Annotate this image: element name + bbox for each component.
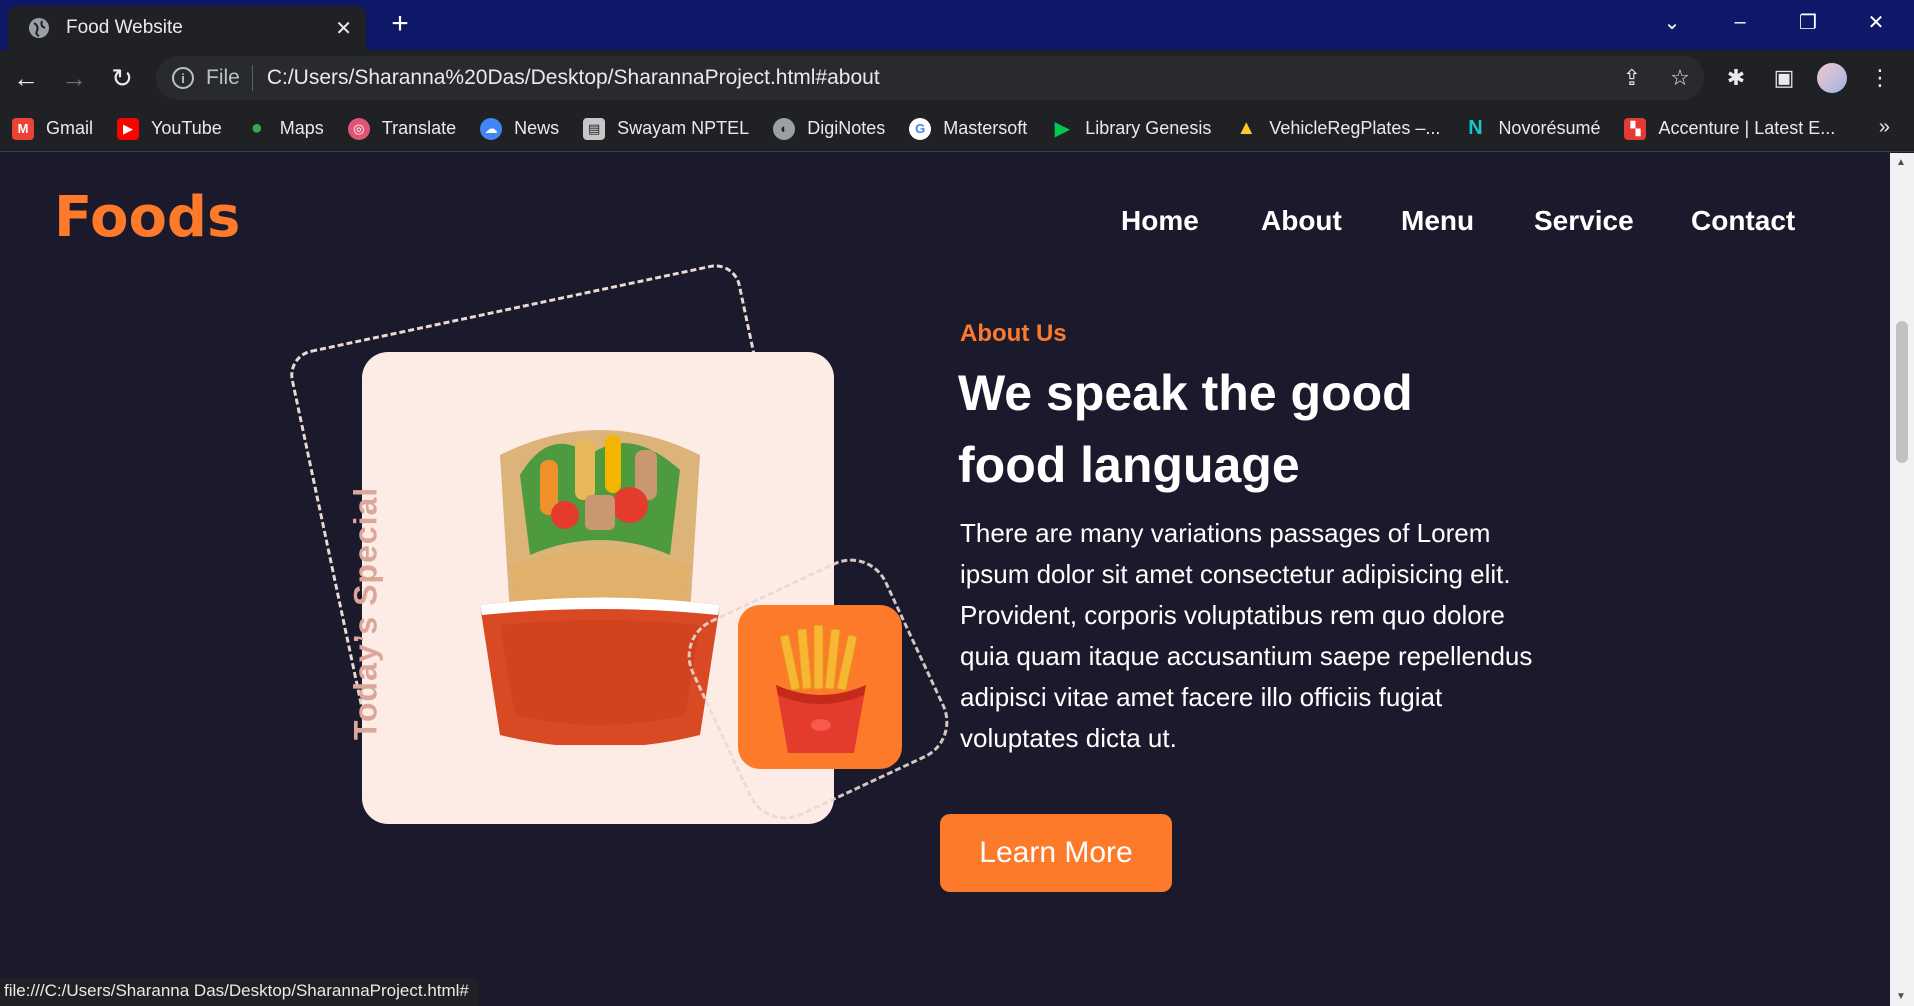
bookmark-star-icon[interactable]: ☆ bbox=[1656, 65, 1704, 91]
address-prefix: File bbox=[206, 66, 240, 89]
maps-icon: ● bbox=[250, 117, 263, 139]
extensions-icon[interactable]: ✱ bbox=[1718, 62, 1754, 94]
about-eyebrow: About Us bbox=[960, 320, 1067, 347]
bookmark-label: Swayam NPTEL bbox=[617, 118, 750, 138]
tab-title: Food Website bbox=[66, 17, 183, 38]
bookmark-label: DigiNotes bbox=[807, 118, 886, 138]
scroll-up-icon[interactable]: ▲ bbox=[1896, 157, 1906, 168]
bookmark-label: YouTube bbox=[151, 118, 222, 138]
bookmark-label: Accenture | Latest E... bbox=[1658, 118, 1836, 138]
page-viewport: Foods Home About Menu Service Contact To… bbox=[0, 153, 1890, 1006]
bookmark-item[interactable]: G Mastersoft bbox=[909, 117, 1028, 140]
bookmark-item[interactable]: ▶ Library Genesis bbox=[1051, 118, 1212, 140]
bookmark-item[interactable]: ◐ DigiNotes bbox=[773, 117, 886, 140]
headline-line: We speak the good bbox=[958, 365, 1413, 421]
novoresume-icon: N bbox=[1468, 117, 1483, 139]
restore-icon[interactable]: ❐ bbox=[1774, 0, 1842, 44]
bookmark-item[interactable]: M Gmail bbox=[12, 117, 94, 140]
bookmark-label: Translate bbox=[381, 118, 457, 138]
tab-close-icon[interactable]: ✕ bbox=[335, 16, 352, 41]
nav-contact[interactable]: Contact bbox=[1691, 205, 1795, 237]
fries-illustration bbox=[776, 625, 866, 753]
profile-avatar[interactable] bbox=[1814, 62, 1850, 94]
page-scrollbar[interactable]: ▲ ▼ bbox=[1890, 153, 1914, 1006]
accenture-icon: ▚ bbox=[1624, 117, 1647, 140]
info-icon[interactable]: i bbox=[172, 67, 194, 89]
swayam-icon: ▤ bbox=[583, 117, 606, 140]
about-paragraph: There are many variations passages of Lo… bbox=[960, 518, 1533, 753]
gmail-icon: M bbox=[12, 117, 34, 140]
address-url[interactable]: C:/Users/Sharanna%20Das/Desktop/Sharanna… bbox=[267, 66, 1608, 90]
share-icon[interactable]: ⇪ bbox=[1608, 65, 1656, 91]
bookmark-label: Novorésumé bbox=[1498, 118, 1601, 138]
menu-kebab-icon[interactable]: ⋮ bbox=[1862, 62, 1898, 94]
globe-icon: ◐ bbox=[773, 117, 796, 140]
bookmark-item[interactable]: ☁ News bbox=[480, 117, 560, 140]
card-label: Today’s Special bbox=[347, 486, 384, 741]
bookmark-label: Maps bbox=[279, 118, 324, 138]
site-logo[interactable]: Foods bbox=[54, 185, 240, 250]
browser-tab-strip: Food Website ✕ + ⌄ – ❐ ✕ bbox=[0, 0, 1914, 50]
bookmark-item[interactable]: ▶ YouTube bbox=[117, 117, 222, 140]
nav-menu[interactable]: Menu bbox=[1401, 205, 1474, 237]
side-panel-icon[interactable]: ▣ bbox=[1766, 62, 1802, 94]
nav-service[interactable]: Service bbox=[1534, 205, 1634, 237]
scroll-down-icon[interactable]: ▼ bbox=[1896, 991, 1906, 1002]
new-tab-icon[interactable]: + bbox=[384, 7, 416, 40]
address-separator bbox=[251, 65, 253, 91]
bookmark-label: News bbox=[514, 118, 560, 138]
bookmark-item[interactable]: ▚ Accenture | Latest E... bbox=[1624, 117, 1836, 140]
learn-more-button[interactable]: Learn More bbox=[940, 814, 1172, 892]
about-headline: We speak the good food language bbox=[958, 357, 1558, 501]
bookmark-label: Mastersoft bbox=[943, 118, 1028, 138]
google-icon: G bbox=[909, 117, 932, 140]
play-icon: ▶ bbox=[1054, 118, 1070, 140]
status-bar-url: file:///C:/Users/Sharanna Das/Desktop/Sh… bbox=[0, 978, 479, 1006]
address-bar[interactable]: i File C:/Users/Sharanna%20Das/Desktop/S… bbox=[156, 56, 1704, 100]
forward-icon[interactable]: → bbox=[56, 62, 92, 94]
bookmark-item[interactable]: ▤ Swayam NPTEL bbox=[583, 117, 750, 140]
minimize-icon[interactable]: – bbox=[1706, 0, 1774, 44]
window-close-icon[interactable]: ✕ bbox=[1842, 0, 1910, 44]
bookmark-item[interactable]: N Novorésumé bbox=[1464, 117, 1601, 140]
scrollbar-thumb[interactable] bbox=[1896, 321, 1908, 463]
wrap-illustration bbox=[480, 430, 720, 745]
news-icon: ☁ bbox=[480, 117, 503, 140]
firebase-icon: ▲ bbox=[1236, 117, 1257, 139]
tab-search-icon[interactable]: ⌄ bbox=[1638, 0, 1706, 44]
back-icon[interactable]: ← bbox=[8, 62, 44, 94]
reload-icon[interactable]: ↻ bbox=[104, 62, 140, 94]
bookmarks-bar: M Gmail ▶ YouTube ● Maps ◎ Translate ☁ News ▤… bbox=[0, 106, 1914, 152]
globe-icon bbox=[29, 18, 49, 38]
bookmark-label: VehicleRegPlates –... bbox=[1269, 118, 1441, 138]
bookmark-label: Gmail bbox=[46, 118, 94, 138]
translate-icon: ◎ bbox=[347, 117, 370, 140]
youtube-icon: ▶ bbox=[117, 117, 140, 140]
bookmark-item[interactable]: ▲ VehicleRegPlates –... bbox=[1235, 117, 1441, 140]
browser-tab[interactable]: Food Website ✕ bbox=[8, 6, 366, 50]
bookmark-label: Library Genesis bbox=[1085, 118, 1212, 138]
bookmark-item[interactable]: ◎ Translate bbox=[347, 117, 457, 140]
headline-line: food language bbox=[958, 437, 1300, 493]
bookmarks-overflow-icon[interactable]: » bbox=[1879, 116, 1890, 139]
nav-home[interactable]: Home bbox=[1121, 205, 1199, 237]
nav-about[interactable]: About bbox=[1261, 205, 1342, 237]
bookmark-item[interactable]: ● Maps bbox=[246, 117, 324, 140]
